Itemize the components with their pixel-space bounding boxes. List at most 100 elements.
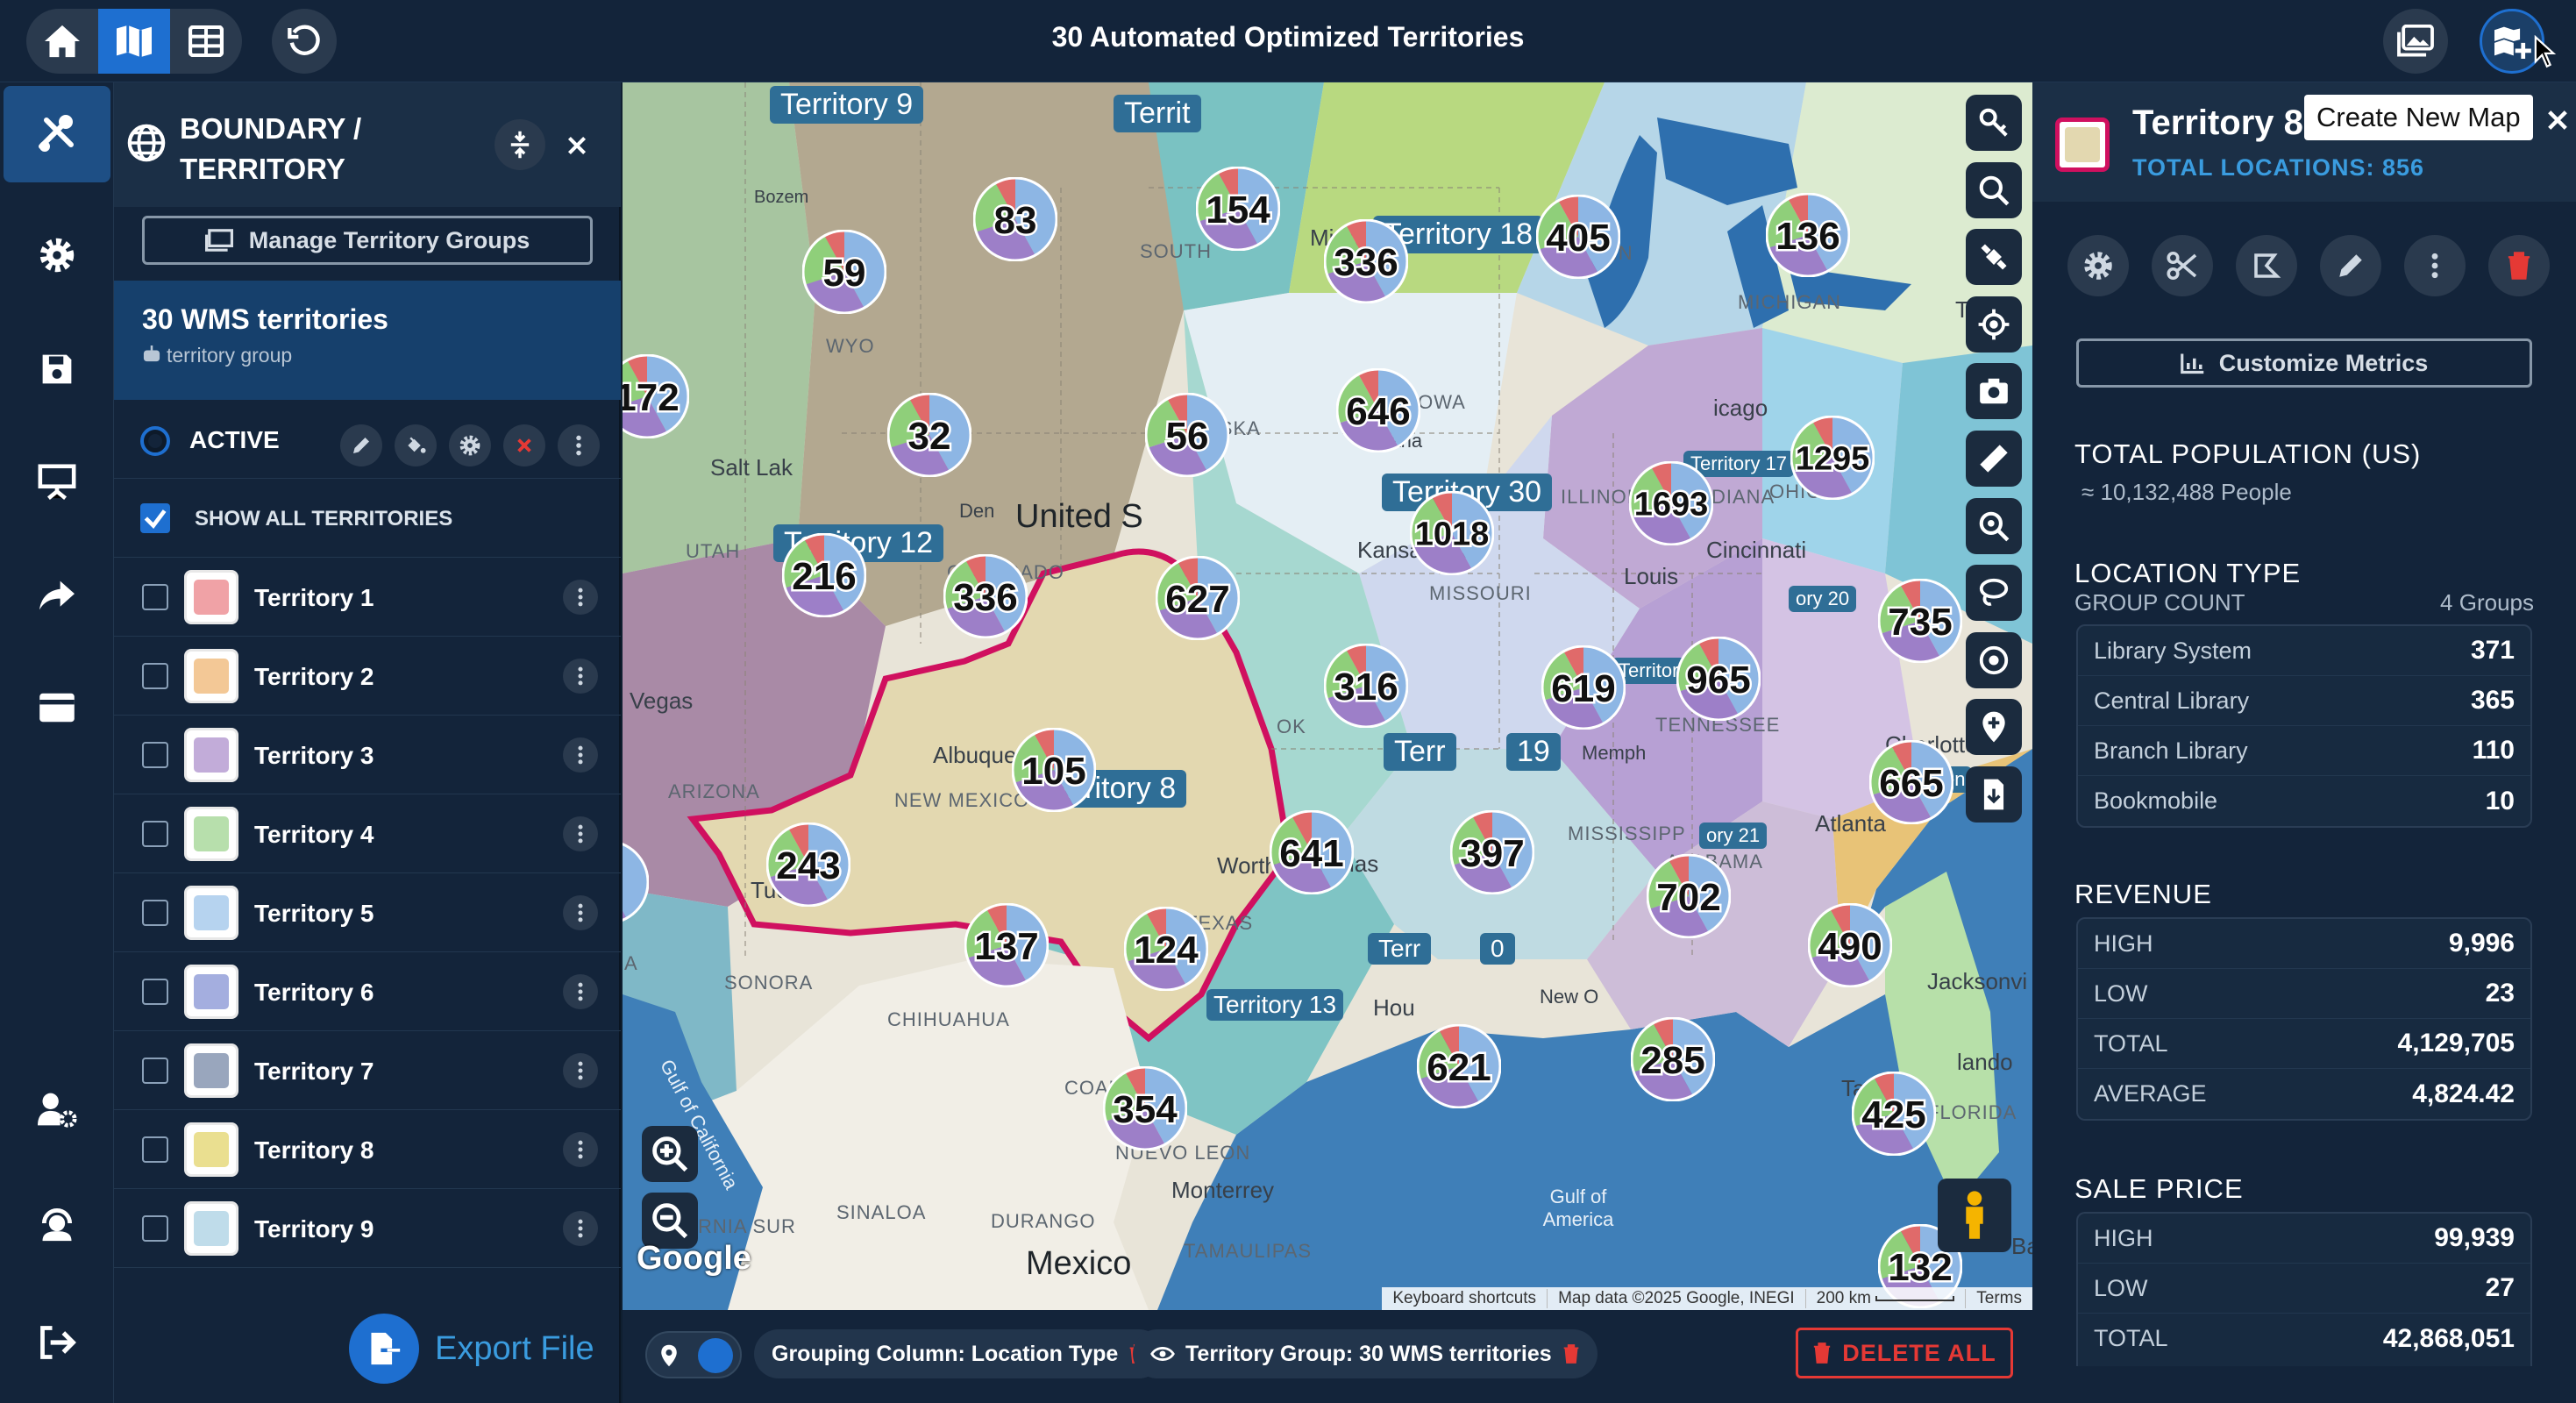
territory-label[interactable]: 19: [1506, 733, 1561, 771]
search-map-button[interactable]: [1966, 161, 2022, 218]
territory-checkbox[interactable]: [142, 979, 168, 1005]
location-cluster[interactable]: 243: [765, 822, 851, 911]
territory-row[interactable]: Territory 9: [114, 1189, 621, 1268]
collapse-button[interactable]: [495, 119, 545, 170]
satellite-button[interactable]: [1966, 229, 2022, 286]
card-button[interactable]: [0, 659, 114, 756]
active-radio[interactable]: [140, 426, 170, 456]
territory-checkbox[interactable]: [142, 821, 168, 847]
location-cluster[interactable]: 136: [1765, 192, 1851, 281]
trash-icon[interactable]: [1562, 1343, 1580, 1364]
territory-label[interactable]: 0: [1480, 933, 1515, 965]
territory-group-chip[interactable]: Territory Group: 30 WMS territories: [1133, 1329, 1598, 1378]
territory-label[interactable]: Terr: [1384, 733, 1456, 771]
location-cluster[interactable]: 619: [1541, 645, 1626, 734]
group-more-button[interactable]: [558, 424, 600, 466]
map-canvas[interactable]: Territory 9 Territ Territory 18 Territor…: [623, 82, 2032, 1310]
territory-row[interactable]: Territory 8: [114, 1110, 621, 1189]
territory-label[interactable]: ory 20: [1789, 586, 1857, 612]
location-cluster[interactable]: 665: [1868, 739, 1954, 829]
close-detail-button[interactable]: [2546, 109, 2572, 135]
territory-menu-button[interactable]: [563, 659, 598, 694]
territory-swatch[interactable]: [184, 1122, 238, 1177]
territory-menu-button[interactable]: [563, 1053, 598, 1088]
territory-menu-button[interactable]: [563, 737, 598, 773]
export-file-button[interactable]: Export File: [349, 1314, 603, 1384]
territory-row[interactable]: Territory 1: [114, 558, 621, 637]
territory-menu-button[interactable]: [563, 974, 598, 1009]
territory-checkbox[interactable]: [142, 1058, 168, 1084]
territory-checkbox[interactable]: [142, 1215, 168, 1242]
support-button[interactable]: [0, 1175, 114, 1271]
manage-territory-groups-button[interactable]: Manage Territory Groups: [142, 216, 593, 265]
location-cluster[interactable]: 7: [623, 840, 650, 929]
key-button[interactable]: [1966, 95, 2022, 151]
location-cluster[interactable]: 354: [1102, 1065, 1188, 1155]
location-cluster[interactable]: 137: [964, 902, 1050, 992]
cut-territory-button[interactable]: [2152, 235, 2213, 296]
territory-checkbox[interactable]: [142, 663, 168, 689]
territory-row[interactable]: Territory 3: [114, 716, 621, 794]
remove-group-button[interactable]: [503, 424, 545, 466]
location-cluster[interactable]: 285: [1630, 1016, 1716, 1106]
territory-label[interactable]: Territory 13: [1206, 989, 1344, 1021]
lasso-button[interactable]: [1966, 565, 2022, 622]
add-pin-button[interactable]: [1966, 699, 2022, 756]
territory-row[interactable]: Territory 5: [114, 873, 621, 952]
location-cluster[interactable]: 397: [1449, 809, 1535, 899]
presentation-button[interactable]: [0, 433, 114, 530]
gallery-button[interactable]: [2383, 9, 2448, 74]
keyboard-shortcuts-link[interactable]: Keyboard shortcuts: [1382, 1289, 1547, 1308]
location-cluster[interactable]: 1018: [1409, 490, 1495, 580]
territory-checkbox[interactable]: [142, 900, 168, 926]
location-cluster[interactable]: 154: [1195, 166, 1281, 255]
territory-swatch[interactable]: [184, 1201, 238, 1256]
territory-checkbox[interactable]: [142, 1136, 168, 1163]
location-cluster[interactable]: 59: [801, 229, 887, 318]
territory-menu-button[interactable]: [563, 1132, 598, 1167]
territory-label[interactable]: Territ: [1114, 95, 1201, 132]
user-settings-button[interactable]: [0, 1061, 114, 1157]
location-cluster[interactable]: 105: [1011, 727, 1097, 816]
rename-territory-button[interactable]: [2320, 235, 2381, 296]
zoom-in-button[interactable]: [642, 1126, 698, 1182]
territory-swatch[interactable]: [184, 886, 238, 940]
location-cluster[interactable]: 124: [1123, 906, 1209, 995]
location-cluster[interactable]: 425: [1851, 1071, 1937, 1160]
territory-swatch[interactable]: [184, 728, 238, 782]
location-cluster[interactable]: 32: [886, 392, 972, 481]
location-cluster[interactable]: 490: [1807, 902, 1893, 992]
location-cluster[interactable]: 1693: [1628, 460, 1714, 550]
location-cluster[interactable]: 965: [1676, 636, 1761, 725]
location-cluster[interactable]: 405: [1535, 194, 1621, 283]
territory-label[interactable]: ory 21: [1699, 823, 1768, 849]
settings-button[interactable]: [0, 207, 114, 303]
zoom-area-button[interactable]: [1966, 497, 2022, 554]
territory-group-card[interactable]: 30 WMS territories territory group: [114, 281, 621, 400]
territory-settings-button[interactable]: [2067, 235, 2129, 296]
pin-toggle[interactable]: [645, 1331, 742, 1378]
territory-checkbox[interactable]: [142, 584, 168, 610]
territory-swatch[interactable]: [184, 807, 238, 861]
delete-territory-button[interactable]: [2488, 235, 2550, 296]
logout-button[interactable]: [0, 1294, 114, 1391]
locate-button[interactable]: [1966, 296, 2022, 353]
territory-more-button[interactable]: [2404, 235, 2466, 296]
location-cluster[interactable]: 336: [943, 553, 1028, 643]
share-button[interactable]: [0, 547, 114, 644]
territory-row[interactable]: Territory 7: [114, 1031, 621, 1110]
territory-label[interactable]: Terr: [1368, 933, 1432, 965]
territory-menu-button[interactable]: [563, 816, 598, 851]
location-cluster[interactable]: 702: [1646, 853, 1732, 943]
group-settings-button[interactable]: [449, 424, 491, 466]
territory-swatch[interactable]: [184, 649, 238, 703]
delete-all-button[interactable]: DELETE ALL: [1796, 1328, 2013, 1378]
download-button[interactable]: [1966, 766, 2022, 823]
show-all-checkbox[interactable]: [140, 503, 170, 533]
location-cluster[interactable]: 172: [623, 353, 690, 443]
fill-group-button[interactable]: [395, 424, 437, 466]
territory-menu-button[interactable]: [563, 1211, 598, 1246]
location-cluster[interactable]: 1295: [1790, 415, 1875, 504]
territory-row[interactable]: Territory 4: [114, 794, 621, 873]
customize-metrics-button[interactable]: Customize Metrics: [2076, 338, 2532, 388]
